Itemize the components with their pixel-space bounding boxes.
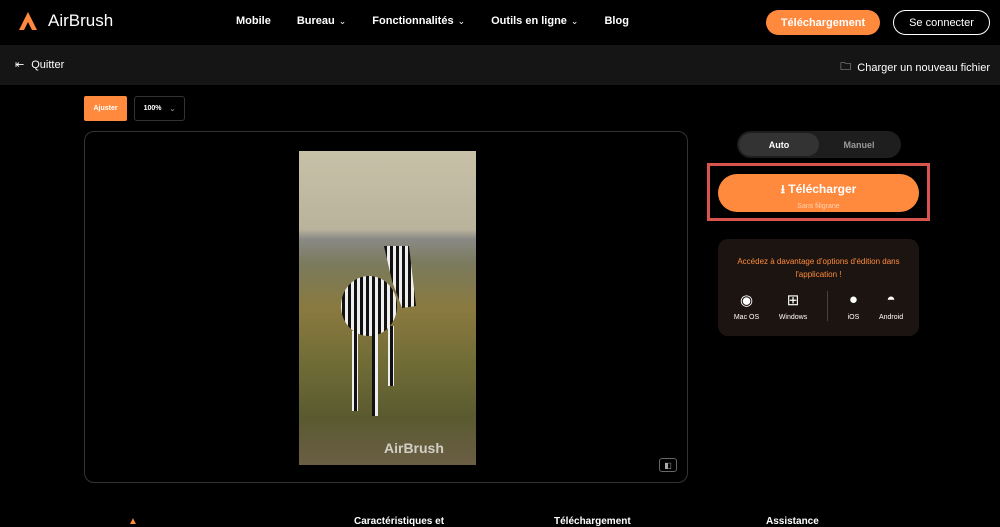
download-sublabel: Sans filigrane xyxy=(797,203,840,210)
platform-windows[interactable]: ⊞ Windows xyxy=(779,291,807,321)
brand-name: AirBrush xyxy=(48,11,114,30)
divider xyxy=(826,291,828,321)
platform-label: Android xyxy=(878,314,904,321)
apple-icon: ● xyxy=(848,291,858,308)
zebra-figure xyxy=(341,246,416,416)
app-promo: Accédez à davantage d'options d'édition … xyxy=(718,239,919,336)
zoom-value: 100% xyxy=(143,105,162,112)
nav-label: Outils en ligne xyxy=(491,15,567,27)
chevron-down-icon: ⌄ xyxy=(338,16,347,26)
upload-label: Charger un nouveau fichier xyxy=(857,61,990,74)
watermark: AirBrush xyxy=(384,440,444,456)
platform-label: Windows xyxy=(778,314,808,321)
quit-label: Quitter xyxy=(31,58,65,71)
zebra-photo: AirBrush xyxy=(299,151,476,465)
platform-label: Mac OS xyxy=(733,314,760,321)
platform-android[interactable]: ◓ Android xyxy=(879,291,903,321)
upload-new-file-button[interactable]: 🗀 Charger un nouveau fichier xyxy=(840,58,990,77)
mode-toggle: Auto Manuel xyxy=(737,131,901,158)
logo-icon: ▲ xyxy=(128,516,138,527)
folder-upload-icon: 🗀 xyxy=(840,61,852,73)
nav-fonctionnalites[interactable]: Fonctionnalités ⌄ xyxy=(372,15,465,27)
android-icon: ◓ xyxy=(886,291,896,308)
nav-label: Fonctionnalités xyxy=(372,15,454,27)
footer-col-download: Téléchargement xyxy=(554,516,631,527)
login-button[interactable]: Se connecter xyxy=(893,10,990,35)
image-canvas: AirBrush ◧ xyxy=(84,131,688,483)
logo[interactable]: AirBrush xyxy=(18,11,113,31)
airbrush-logo-icon xyxy=(19,12,37,30)
top-nav: AirBrush Mobile Bureau ⌄ Fonctionnalités ⌄… xyxy=(0,0,1000,45)
promo-text: Accédez à davantage d'options d'édition … xyxy=(737,257,900,279)
mode-auto[interactable]: Auto xyxy=(739,133,819,156)
footer-col-support: Assistance xyxy=(766,516,819,527)
zoom-select[interactable]: 100% ⌄ xyxy=(134,96,185,121)
download-app-button[interactable]: Téléchargement xyxy=(766,10,880,35)
chevron-down-icon: ⌄ xyxy=(169,105,176,113)
editor-toolbar: ⇤ Quitter 🗀 Charger un nouveau fichier xyxy=(0,45,1000,85)
platform-label: iOS xyxy=(847,314,860,321)
adjust-button[interactable]: Ajuster xyxy=(84,96,127,121)
windows-icon: ⊞ xyxy=(786,292,800,309)
footer-col-features: Caractéristiques et xyxy=(354,516,445,527)
nav-bureau[interactable]: Bureau ⌄ xyxy=(297,15,346,27)
nav-mobile[interactable]: Mobile xyxy=(236,15,271,27)
exit-icon: ⇤ xyxy=(15,59,25,71)
chevron-down-icon: ⌄ xyxy=(570,16,579,26)
nav-label: Bureau xyxy=(296,15,335,27)
footer-logo: ▲ xyxy=(128,516,138,527)
download-button[interactable]: ⭳ Télécharger Sans filigrane xyxy=(718,174,919,212)
platform-macos[interactable]: ◉ Mac OS xyxy=(734,291,759,321)
mode-manual[interactable]: Manuel xyxy=(819,133,899,156)
macos-icon: ◉ xyxy=(739,292,754,309)
nav-blog[interactable]: Blog xyxy=(604,15,628,27)
quit-button[interactable]: ⇤ Quitter xyxy=(15,58,65,72)
compare-icon[interactable]: ◧ xyxy=(659,458,677,472)
download-label: Télécharger xyxy=(788,182,857,196)
chevron-down-icon: ⌄ xyxy=(457,16,466,26)
platform-ios[interactable]: ● iOS xyxy=(848,291,860,321)
nav-outils[interactable]: Outils en ligne ⌄ xyxy=(491,15,578,27)
